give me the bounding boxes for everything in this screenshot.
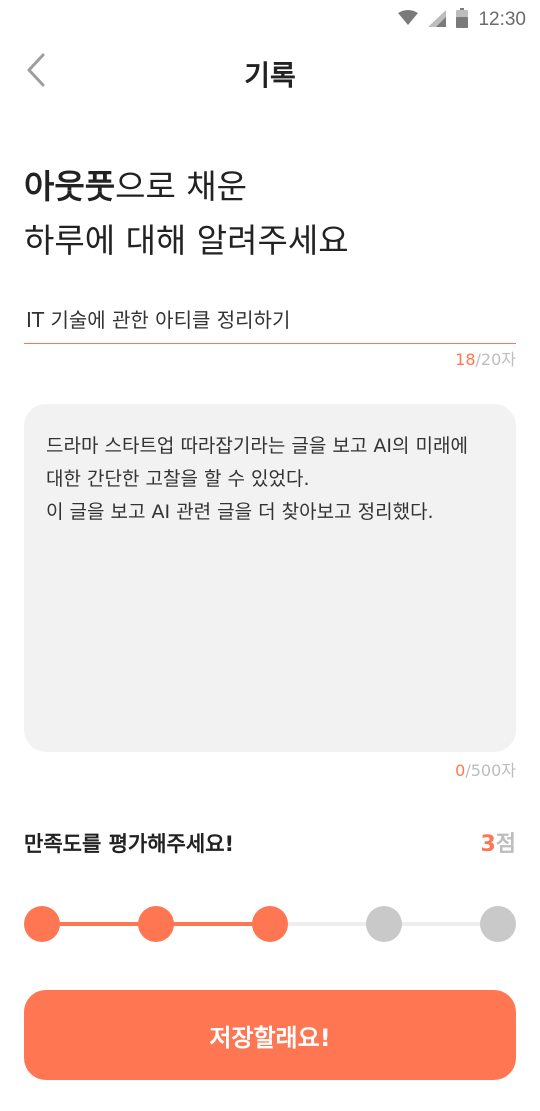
headline: 아웃풋으로 채운 하루에 대해 알려주세요 <box>24 160 349 268</box>
rating-dot-1[interactable] <box>24 906 60 942</box>
wifi-icon <box>398 10 419 30</box>
content-textarea[interactable]: 드라마 스타트업 따라잡기라는 글을 보고 AI의 미래에 대한 간단한 고찰을… <box>24 404 516 752</box>
status-bar: 12:30 <box>0 0 540 38</box>
headline-rest: 으로 채운 <box>115 167 248 206</box>
battery-icon <box>456 8 469 32</box>
rating-label: 만족도를 평가해주세요! <box>24 832 235 856</box>
rating-dot-2[interactable] <box>138 906 174 942</box>
rating-score-value: 3 <box>480 832 496 857</box>
save-button[interactable]: 저장할래요! <box>24 990 516 1080</box>
rating-dot-4[interactable] <box>366 906 402 942</box>
title-char-max: /20자 <box>475 350 516 369</box>
rating-score: 3점 <box>480 826 516 858</box>
content-char-max: /500자 <box>465 761 516 780</box>
headline-line-2: 하루에 대해 알려주세요 <box>24 221 349 260</box>
content-text: 드라마 스타트업 따라잡기라는 글을 보고 AI의 미래에 대한 간단한 고찰을… <box>46 435 468 523</box>
page-title: 기록 <box>244 59 296 92</box>
headline-bold: 아웃풋 <box>24 167 116 206</box>
rating-score-unit: 점 <box>495 832 516 857</box>
title-char-count: 18 <box>455 350 476 369</box>
title-field <box>24 298 516 344</box>
rating-dot-3[interactable] <box>252 906 288 942</box>
content-char-count: 0 <box>455 761 466 780</box>
status-time: 12:30 <box>478 9 526 30</box>
title-input[interactable] <box>24 298 516 338</box>
rating-dot-5[interactable] <box>480 906 516 942</box>
app-bar: 기록 <box>0 40 540 106</box>
rating-slider[interactable] <box>24 906 516 942</box>
content-char-counter: 0/500자 <box>455 757 516 781</box>
title-char-counter: 18/20자 <box>455 346 516 370</box>
headline-line-1: 아웃풋으로 채운 <box>24 160 349 214</box>
signal-icon <box>428 9 447 31</box>
status-icons: 12:30 <box>398 8 526 32</box>
